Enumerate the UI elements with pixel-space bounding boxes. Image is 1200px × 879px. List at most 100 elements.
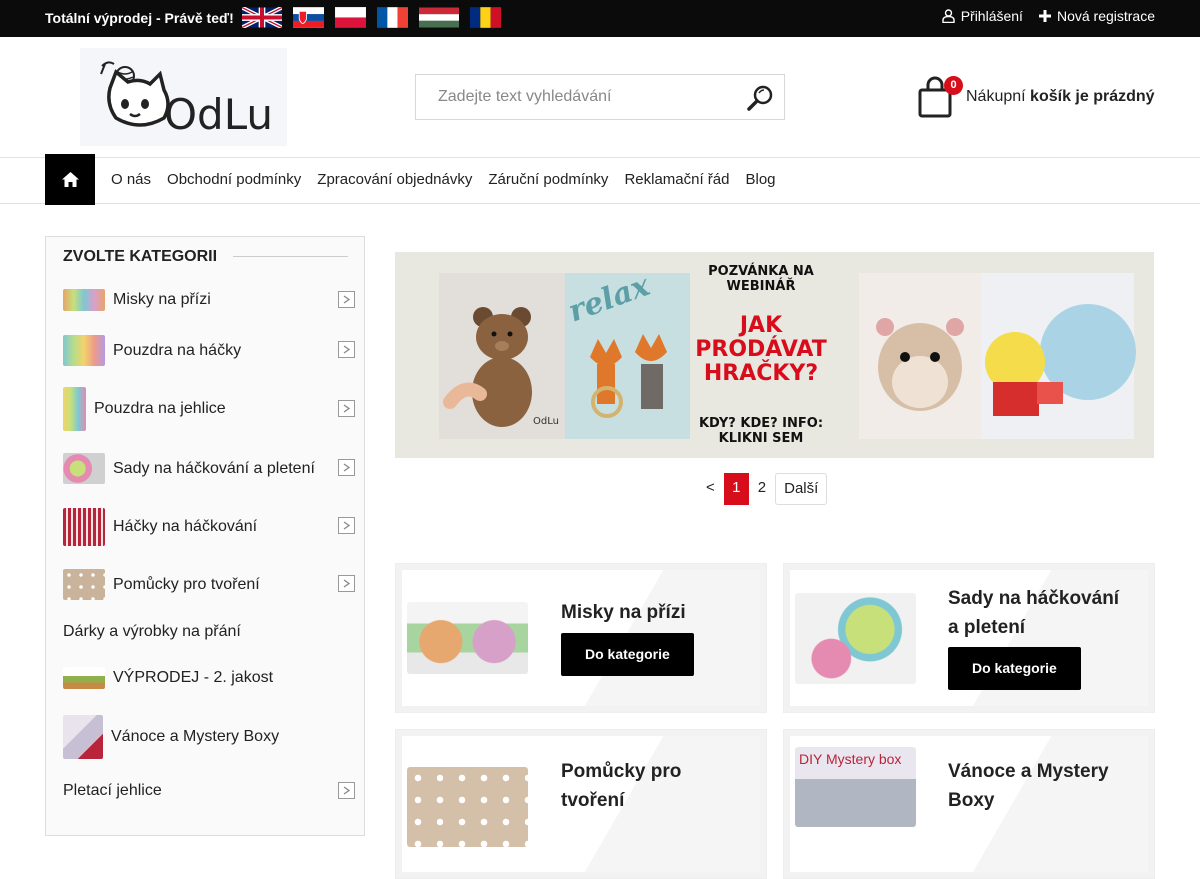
category-tile-misky[interactable]: Misky na přízi Do kategorie (395, 563, 767, 713)
expand-arrow-icon[interactable] (338, 517, 355, 534)
tile-title-line2: tvoření (561, 790, 625, 811)
logo-text: OdLu (164, 90, 273, 139)
uk-flag-icon[interactable] (242, 7, 282, 28)
expand-arrow-icon[interactable] (338, 575, 355, 592)
svg-text:KLIKNI SEM: KLIKNI SEM (719, 431, 804, 446)
france-flag-icon[interactable] (377, 7, 408, 28)
main-menu: O nás Obchodní podmínky Zpracování objed… (111, 171, 776, 188)
tile-title: Pomůcky pro (561, 761, 682, 782)
sidebar-item-hacky[interactable]: Háčky na háčkování (63, 508, 257, 546)
mystery-box-image-text: DIY Mystery box (799, 751, 902, 767)
webinar-banner[interactable]: relax POZVÁNKA NA WEBINÁŘ JAK PRODÁVAT H… (395, 252, 1154, 458)
cart-label-strong: košík je prázdný (1030, 88, 1155, 105)
category-button[interactable]: Do kategorie (561, 633, 694, 676)
tile-title-line2: a pletení (948, 617, 1026, 638)
sidebar-item-label: Dárky a výrobky na přání (63, 623, 241, 640)
menu-item-order-processing[interactable]: Zpracování objednávky (317, 171, 472, 188)
sidebar-item-label: Pletací jehlice (63, 782, 162, 799)
banner-watermark: OdLu (533, 416, 559, 427)
tile-title: Sady na háčkování (948, 588, 1120, 609)
sidebar-item-label: Háčky na háčkování (113, 518, 258, 535)
category-thumbnail (63, 667, 105, 689)
sidebar-item-sady[interactable]: Sady na háčkování a pletení (63, 453, 315, 484)
hungary-flag-icon[interactable] (419, 7, 459, 28)
expand-arrow-icon[interactable] (338, 341, 355, 358)
tile-title: Vánoce a Mystery (948, 761, 1109, 782)
sidebar-title: ZVOLTE KATEGORII (63, 248, 218, 265)
expand-arrow-icon[interactable] (338, 291, 355, 308)
expand-arrow-icon[interactable] (338, 459, 355, 476)
sidebar-item-pomucky[interactable]: Pomůcky pro tvoření (63, 569, 260, 600)
sidebar-item-label: Misky na přízi (113, 291, 211, 308)
expand-arrow-icon[interactable] (338, 400, 355, 417)
sidebar-item-label: VÝPRODEJ - 2. jakost (113, 669, 274, 686)
category-tile-sady[interactable]: Sady na háčkování a pletení Do kategorie (783, 563, 1155, 713)
top-bar: Totální výprodej - Právě teď! Přihlášení… (0, 0, 1200, 37)
category-thumbnail (63, 569, 105, 600)
sidebar-item-vanoce[interactable]: Vánoce a Mystery Boxy (63, 715, 279, 759)
poland-flag-icon[interactable] (335, 7, 366, 28)
svg-text:PRODÁVAT: PRODÁVAT (695, 336, 826, 362)
promo-text: Totální výprodej - Právě teď! (45, 10, 234, 26)
sidebar-item-label: Pouzdra na jehlice (94, 400, 226, 417)
svg-text:KDY? KDE? INFO:: KDY? KDE? INFO: (699, 416, 823, 431)
category-thumbnail (63, 387, 86, 431)
menu-item-complaints[interactable]: Reklamační řád (624, 171, 729, 188)
menu-item-terms[interactable]: Obchodní podmínky (167, 171, 301, 188)
home-icon (61, 172, 79, 187)
svg-text:POZVÁNKA NA: POZVÁNKA NA (708, 263, 814, 279)
category-sidebar: ZVOLTE KATEGORII Misky na přízi Pouzdra … (45, 236, 365, 836)
svg-text:HRAČKY?: HRAČKY? (704, 360, 818, 386)
category-image (407, 602, 528, 674)
sidebar-item-pletaci-jehlice[interactable]: Pletací jehlice (63, 782, 162, 800)
sidebar-item-darky[interactable]: Dárky a výrobky na přání (63, 623, 241, 641)
pager-page-2[interactable]: 2 (758, 473, 766, 505)
menu-item-blog[interactable]: Blog (745, 171, 775, 188)
search-icon[interactable] (746, 83, 776, 113)
cart-label: Nákupní košík je prázdný (966, 88, 1155, 106)
sidebar-item-pouzdra-hacky[interactable]: Pouzdra na háčky (63, 335, 241, 366)
svg-text:WEBINÁŘ: WEBINÁŘ (727, 278, 796, 294)
slovakia-flag-icon[interactable] (293, 7, 324, 28)
sidebar-item-misky[interactable]: Misky na přízi (63, 289, 211, 311)
search-input[interactable] (416, 75, 736, 119)
webinar-text: POZVÁNKA NA WEBINÁŘ JAK PRODÁVAT HRAČKY?… (695, 263, 826, 446)
category-tile-pomucky[interactable]: Pomůcky pro tvoření (395, 729, 767, 879)
hamster-image (859, 273, 981, 439)
category-button[interactable]: Do kategorie (948, 647, 1081, 690)
language-flags (242, 7, 501, 28)
register-link[interactable]: Nová registrace (1038, 8, 1155, 24)
category-thumbnail (63, 289, 105, 311)
login-label: Přihlášení (960, 8, 1023, 24)
category-image: DIY Mystery box (795, 747, 916, 827)
pager-page-1[interactable]: 1 (723, 473, 749, 505)
sidebar-item-label: Vánoce a Mystery Boxy (111, 728, 280, 745)
category-tile-vanoce[interactable]: DIY Mystery box Vánoce a Mystery Boxy (783, 729, 1155, 879)
menu-item-about[interactable]: O nás (111, 171, 151, 188)
home-button[interactable] (45, 154, 95, 205)
sidebar-item-pouzdra-jehlice[interactable]: Pouzdra na jehlice (63, 387, 226, 431)
sidebar-item-label: Pouzdra na háčky (113, 341, 242, 359)
teddy-bear-image (439, 273, 565, 439)
expand-arrow-icon[interactable] (338, 782, 355, 799)
sidebar-item-vyprodej[interactable]: VÝPRODEJ - 2. jakost (63, 667, 273, 689)
category-image (795, 593, 916, 684)
svg-text:JAK: JAK (738, 313, 783, 338)
pager-prev[interactable]: < (706, 473, 715, 505)
login-link[interactable]: Přihlášení (941, 8, 1023, 24)
cart-label-prefix: Nákupní (966, 88, 1026, 105)
romania-flag-icon[interactable] (470, 7, 501, 28)
category-image (407, 767, 528, 847)
foxes-image: relax (564, 268, 690, 439)
sidebar-item-label: Sady na háčkování a pletení (113, 459, 315, 477)
menu-item-warranty[interactable]: Záruční podmínky (488, 171, 608, 188)
pager-next[interactable]: Další (775, 473, 828, 505)
cat-logo-icon: OdLu (100, 61, 273, 139)
category-thumbnail (63, 715, 103, 759)
category-thumbnail (63, 453, 105, 484)
amigurumi-image (981, 273, 1136, 439)
plus-icon (1038, 10, 1051, 22)
tile-title: Misky na přízi (561, 602, 686, 623)
category-thumbnail (63, 335, 105, 366)
site-logo[interactable]: OdLu (80, 48, 287, 146)
